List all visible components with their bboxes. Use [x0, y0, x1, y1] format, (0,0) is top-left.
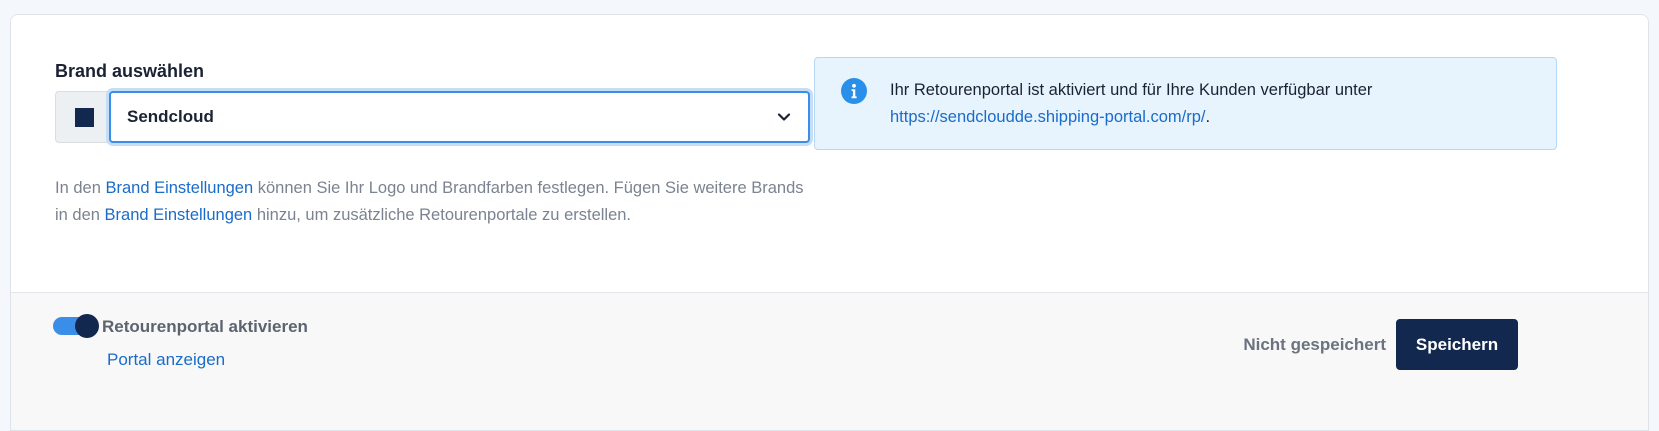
portal-info-text: Ihr Retourenportal ist aktiviert und für… [890, 81, 1373, 126]
brand-settings-link-2[interactable]: Brand Einstellungen [105, 206, 253, 224]
brand-color-swatch [75, 108, 94, 127]
chevron-down-icon [776, 109, 792, 125]
brand-settings-link[interactable]: Brand Einstellungen [105, 179, 253, 197]
brand-section: Brand auswählen Sendcloud In den Brand E… [11, 15, 1648, 293]
save-status: Nicht gespeichert [1243, 335, 1386, 354]
footer-actions: Retourenportal aktivieren Portal anzeige… [11, 293, 1648, 430]
portal-active-toggle[interactable] [53, 314, 99, 338]
brand-help-text: In den Brand Einstellungen können Sie Ih… [55, 179, 804, 224]
brand-select-value: Sendcloud [127, 107, 214, 126]
portal-info-box: Ihr Retourenportal ist aktiviert und für… [814, 57, 1557, 150]
brand-color-preview [55, 91, 111, 143]
brand-select-label: Brand auswählen [55, 61, 205, 81]
portal-url-link[interactable]: https://sendcloudde.shipping-portal.com/… [890, 108, 1206, 126]
toggle-knob [75, 314, 99, 338]
save-button[interactable]: Speichern [1396, 319, 1518, 370]
brand-select[interactable]: Sendcloud [109, 91, 810, 143]
info-icon [841, 78, 867, 104]
view-portal-link[interactable]: Portal anzeigen [107, 350, 225, 370]
return-portal-card: Brand auswählen Sendcloud In den Brand E… [10, 14, 1649, 431]
toggle-label: Retourenportal aktivieren [102, 317, 308, 336]
